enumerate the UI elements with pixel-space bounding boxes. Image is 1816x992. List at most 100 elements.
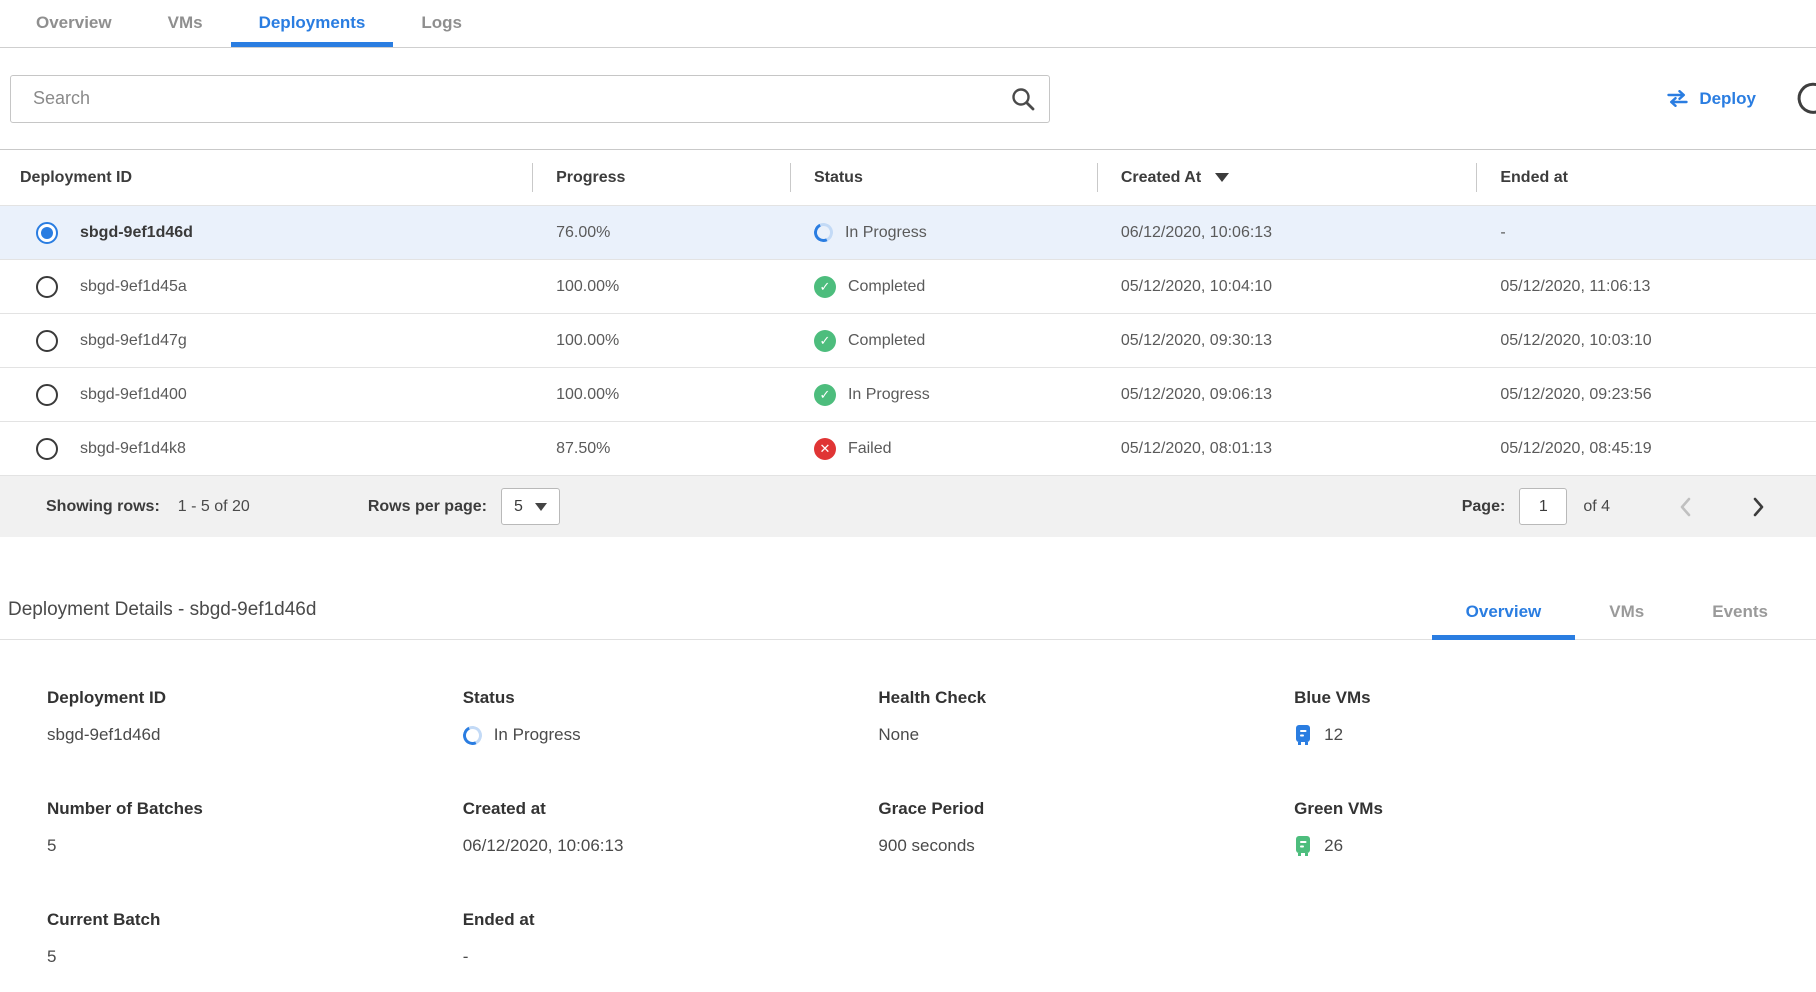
- detail-field-value: 06/12/2020, 10:06:13: [463, 834, 879, 858]
- column-header-ended-at[interactable]: Ended at: [1476, 150, 1816, 205]
- detail-field-value: 5: [47, 834, 463, 858]
- deployment-id-cell: sbgd-9ef1d4k8: [0, 438, 532, 460]
- row-radio-button[interactable]: [36, 438, 58, 460]
- detail-field-text: 5: [47, 836, 56, 856]
- details-tab-events[interactable]: Events: [1678, 602, 1802, 640]
- tab-deployments[interactable]: Deployments: [231, 1, 394, 47]
- detail-field-text: None: [878, 725, 919, 745]
- detail-field-label: Created at: [463, 799, 879, 819]
- column-header-label: Ended at: [1500, 169, 1568, 187]
- progress-cell: 100.00%: [532, 332, 790, 350]
- table-row[interactable]: sbgd-9ef1d4k887.50%✕Failed05/12/2020, 08…: [0, 421, 1816, 475]
- table-body: sbgd-9ef1d46d76.00%In Progress06/12/2020…: [0, 205, 1816, 475]
- detail-field: StatusIn Progress: [463, 688, 879, 747]
- deployment-id-value: sbgd-9ef1d47g: [80, 332, 187, 350]
- detail-field-text: 12: [1324, 725, 1343, 745]
- ended-at-cell: 05/12/2020, 11:06:13: [1476, 278, 1816, 296]
- page-number-input[interactable]: [1519, 488, 1567, 525]
- detail-field-label: Deployment ID: [47, 688, 463, 708]
- deployments-table: Deployment ID Progress Status Created At End…: [0, 149, 1816, 537]
- detail-field-text: 900 seconds: [878, 836, 974, 856]
- refresh-icon[interactable]: [1794, 81, 1816, 119]
- detail-field-value: 5: [47, 945, 463, 969]
- column-header-progress[interactable]: Progress: [532, 150, 790, 205]
- tab-vms[interactable]: VMs: [140, 1, 231, 47]
- detail-field-label: Ended at: [463, 910, 879, 930]
- previous-page-button[interactable]: [1674, 492, 1696, 522]
- detail-field-label: Blue VMs: [1294, 688, 1816, 708]
- column-header-status[interactable]: Status: [790, 150, 1097, 205]
- table-row[interactable]: sbgd-9ef1d400100.00%✓In Progress05/12/20…: [0, 367, 1816, 421]
- failed-cross-icon: ✕: [814, 438, 836, 460]
- completed-check-icon: ✓: [814, 384, 836, 406]
- progress-cell: 87.50%: [532, 440, 790, 458]
- details-tab-vms[interactable]: VMs: [1575, 602, 1678, 640]
- search-input[interactable]: [10, 75, 1050, 123]
- deployments-page: OverviewVMsDeploymentsLogs Deploy: [0, 0, 1816, 969]
- details-fields-grid: Deployment ID sbgd-9ef1d46dStatusIn Progr…: [0, 640, 1816, 969]
- dropdown-arrow-icon: [535, 503, 547, 511]
- deployment-id-value: sbgd-9ef1d45a: [80, 278, 187, 296]
- column-header-label: Status: [814, 169, 863, 187]
- deploy-button[interactable]: Deploy: [1666, 89, 1756, 109]
- detail-field-value: -: [463, 945, 879, 969]
- rows-per-page-select[interactable]: 5: [501, 488, 560, 525]
- in-progress-spinner-icon: [460, 723, 484, 747]
- search-icon: [1010, 86, 1036, 112]
- created-at-cell: 05/12/2020, 09:06:13: [1097, 386, 1477, 404]
- search-box: [10, 75, 1050, 123]
- detail-field-text: In Progress: [494, 725, 581, 745]
- ended-at-cell: 05/12/2020, 10:03:10: [1476, 332, 1816, 350]
- status-cell: ✓In Progress: [790, 384, 1097, 406]
- detail-field: Created at 06/12/2020, 10:06:13: [463, 799, 879, 858]
- page-label: Page:: [1462, 498, 1506, 516]
- details-tab-overview[interactable]: Overview: [1432, 602, 1576, 640]
- row-radio-button[interactable]: [36, 330, 58, 352]
- detail-field: Green VMs26: [1294, 799, 1816, 858]
- deployment-id-cell: sbgd-9ef1d400: [0, 384, 532, 406]
- detail-field: Grace Period900 seconds: [878, 799, 1294, 858]
- detail-field: Current Batch 5: [47, 910, 463, 969]
- deploy-swap-arrows-icon: [1666, 90, 1689, 107]
- detail-field: Deployment ID sbgd-9ef1d46d: [47, 688, 463, 747]
- created-at-cell: 06/12/2020, 10:06:13: [1097, 224, 1477, 242]
- deployment-id-cell: sbgd-9ef1d47g: [0, 330, 532, 352]
- tab-logs[interactable]: Logs: [393, 1, 490, 47]
- detail-field-text: 5: [47, 947, 56, 967]
- detail-field-label: Current Batch: [47, 910, 463, 930]
- detail-field-text: -: [463, 947, 469, 967]
- green-vm-icon: [1294, 835, 1312, 857]
- next-page-button[interactable]: [1748, 492, 1770, 522]
- table-row[interactable]: sbgd-9ef1d47g100.00%✓Completed05/12/2020…: [0, 313, 1816, 367]
- detail-field: Blue VMs 12: [1294, 688, 1816, 747]
- sort-descending-icon: [1215, 173, 1229, 182]
- table-row[interactable]: sbgd-9ef1d45a100.00%✓Completed05/12/2020…: [0, 259, 1816, 313]
- row-radio-button[interactable]: [36, 384, 58, 406]
- row-radio-button[interactable]: [36, 276, 58, 298]
- created-at-cell: 05/12/2020, 09:30:13: [1097, 332, 1477, 350]
- details-title: Deployment Details - sbgd-9ef1d46d: [8, 599, 316, 639]
- details-header: Deployment Details - sbgd-9ef1d46d Overv…: [0, 599, 1816, 640]
- column-header-created-at[interactable]: Created At: [1097, 150, 1477, 205]
- detail-field-value: None: [878, 723, 1294, 747]
- table-header-row: Deployment ID Progress Status Created At End…: [0, 149, 1816, 205]
- column-header-deployment-id[interactable]: Deployment ID: [0, 150, 532, 205]
- detail-field-value: sbgd-9ef1d46d: [47, 723, 463, 747]
- detail-field: Ended at -: [463, 910, 879, 969]
- column-header-label: Created At: [1121, 169, 1201, 187]
- table-row[interactable]: sbgd-9ef1d46d76.00%In Progress06/12/2020…: [0, 205, 1816, 259]
- column-header-label: Deployment ID: [20, 169, 132, 187]
- rows-per-page-value: 5: [514, 498, 523, 516]
- tab-overview[interactable]: Overview: [8, 1, 140, 47]
- created-at-cell: 05/12/2020, 10:04:10: [1097, 278, 1477, 296]
- deployment-id-cell: sbgd-9ef1d45a: [0, 276, 532, 298]
- column-header-label: Progress: [556, 169, 625, 187]
- row-radio-button[interactable]: [36, 222, 58, 244]
- detail-field-value: In Progress: [463, 723, 879, 747]
- detail-field: Number of Batches 5: [47, 799, 463, 858]
- blue-vm-icon: [1294, 724, 1312, 746]
- detail-field-value: 26: [1294, 834, 1816, 858]
- detail-field-label: Number of Batches: [47, 799, 463, 819]
- detail-field: Health CheckNone: [878, 688, 1294, 747]
- rows-per-page-label: Rows per page:: [368, 498, 487, 516]
